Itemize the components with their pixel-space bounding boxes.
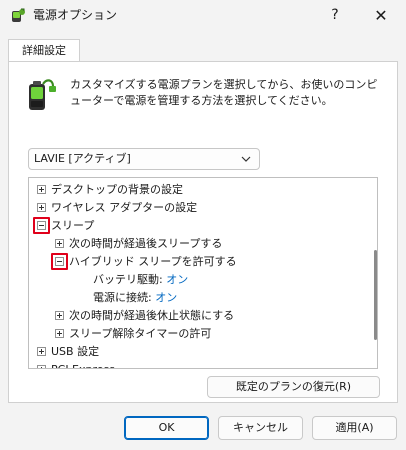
setting-value[interactable]: オン bbox=[166, 273, 188, 286]
settings-tree[interactable]: デスクトップの背景の設定 ワイヤレス アダプターの設定 スリープ 次の時間が経過… bbox=[28, 177, 378, 369]
battery-plug-icon bbox=[29, 79, 56, 110]
tree-item-on-battery[interactable]: バッテリ駆動: オン bbox=[93, 271, 188, 289]
ok-button[interactable]: OK bbox=[124, 416, 209, 440]
setting-label: 電源に接続: bbox=[93, 291, 152, 304]
window-title: 電源オプション bbox=[33, 8, 118, 22]
expand-icon[interactable] bbox=[37, 203, 46, 212]
cancel-button[interactable]: キャンセル bbox=[218, 416, 303, 440]
collapse-icon[interactable] bbox=[37, 221, 46, 230]
expand-icon[interactable] bbox=[55, 329, 64, 338]
tree-item-plugged-in[interactable]: 電源に接続: オン bbox=[93, 289, 177, 307]
scrollbar-thumb[interactable] bbox=[374, 250, 377, 340]
setting-value[interactable]: オン bbox=[155, 291, 177, 304]
setting-label: バッテリ駆動: bbox=[93, 273, 163, 286]
tab-advanced-settings[interactable]: 詳細設定 bbox=[8, 39, 80, 62]
expand-icon[interactable] bbox=[55, 239, 64, 248]
expand-icon[interactable] bbox=[37, 365, 46, 368]
expand-icon[interactable] bbox=[37, 185, 46, 194]
close-button[interactable]: ✕ bbox=[358, 0, 404, 31]
power-plan-select[interactable]: LAVIE [アクティブ] bbox=[28, 148, 260, 170]
power-options-icon bbox=[12, 8, 25, 22]
power-plan-value: LAVIE [アクティブ] bbox=[34, 152, 131, 165]
chevron-down-icon bbox=[241, 156, 251, 162]
title-bar: 電源オプション ? ✕ bbox=[0, 0, 406, 31]
expand-icon[interactable] bbox=[37, 347, 46, 356]
description-text: カスタマイズする電源プランを選択してから、お使いのコンピューターで電源を管理する… bbox=[70, 78, 378, 107]
settings-panel: カスタマイズする電源プランを選択してから、お使いのコンピューターで電源を管理する… bbox=[8, 61, 398, 403]
collapse-icon[interactable] bbox=[55, 257, 64, 266]
restore-defaults-button[interactable]: 既定のプランの復元(R) bbox=[207, 376, 380, 398]
expand-icon[interactable] bbox=[55, 311, 64, 320]
apply-button[interactable]: 適用(A) bbox=[312, 416, 397, 440]
help-button[interactable]: ? bbox=[312, 0, 358, 31]
